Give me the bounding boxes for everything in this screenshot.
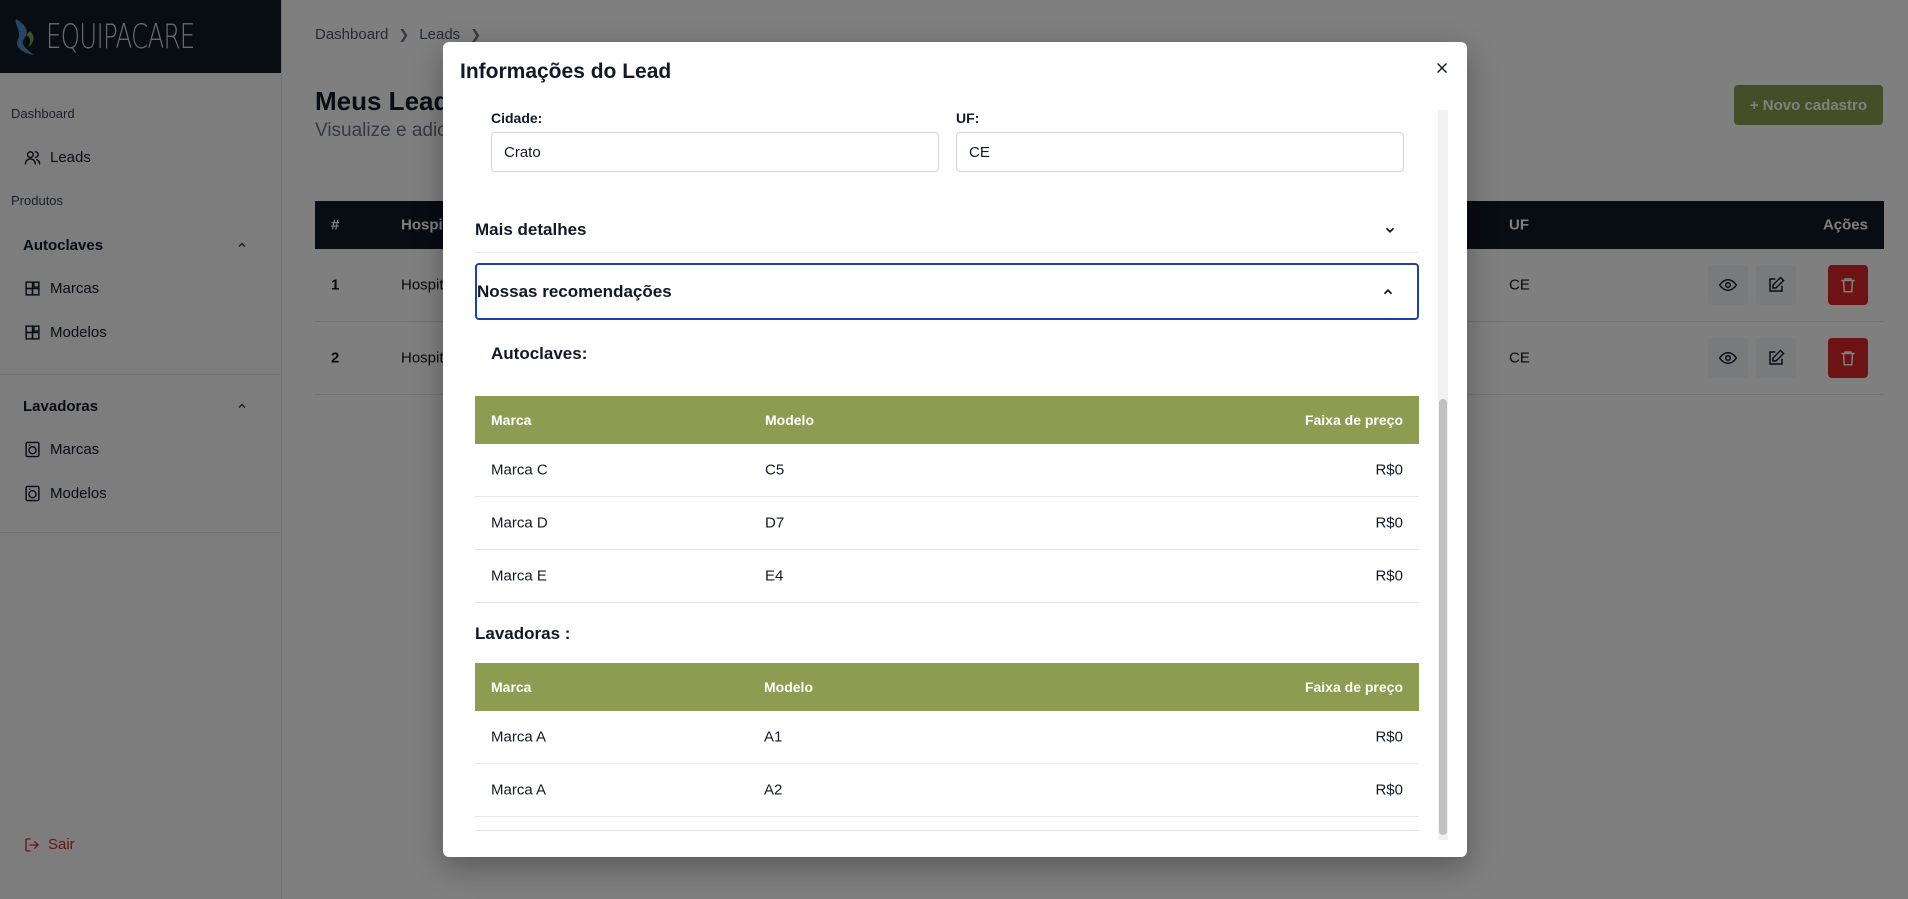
cell-marca: Marca D: [491, 514, 548, 532]
cell-marca: Marca C: [491, 461, 548, 479]
cell-preco: R$0: [1375, 728, 1403, 746]
modal-title: Informações do Lead: [460, 60, 672, 83]
chevron-up-icon: [1383, 288, 1393, 294]
lead-info-modal: Informações do Lead Cidade: UF: Mais det…: [443, 42, 1467, 857]
uf-label: UF:: [956, 110, 980, 126]
cell-marca: Marca E: [491, 567, 547, 585]
accordion-label: Nossas recomendações: [477, 281, 672, 301]
column-header-modelo: Modelo: [765, 412, 814, 428]
cell-modelo: A2: [764, 781, 783, 799]
cell-marca: Marca A: [491, 781, 547, 799]
column-header-marca: Marca: [491, 412, 532, 428]
table-row: [475, 817, 1419, 831]
close-button[interactable]: [1432, 58, 1452, 78]
cell-marca: Marca A: [491, 728, 547, 746]
table-row: Marca C C5 R$0: [475, 444, 1419, 497]
column-header-modelo: Modelo: [764, 679, 813, 695]
cell-preco: R$0: [1375, 514, 1403, 532]
cidade-label: Cidade:: [491, 110, 543, 126]
table-row: Marca E E4 R$0: [475, 550, 1419, 603]
lavadoras-title: Lavadoras :: [475, 624, 571, 643]
lavadoras-table: Marca Modelo Faixa de preço Marca A A1 R…: [475, 663, 1419, 831]
autoclaves-title: Autoclaves:: [491, 344, 588, 363]
table-row: Marca D D7 R$0: [475, 497, 1419, 550]
cell-preco: R$0: [1375, 567, 1403, 585]
table-header: Marca Modelo Faixa de preço: [475, 663, 1419, 711]
cell-preco: R$0: [1375, 781, 1403, 799]
column-header-preco: Faixa de preço: [1304, 679, 1403, 695]
table-row: Marca A A2 R$0: [475, 764, 1419, 817]
table-row: Marca A A1 R$0: [475, 711, 1419, 764]
cell-modelo: E4: [765, 567, 784, 585]
close-icon: [1437, 63, 1447, 73]
cell-preco: R$0: [1375, 461, 1403, 479]
column-header-preco: Faixa de preço: [1304, 412, 1403, 428]
accordion-label: Mais detalhes: [475, 220, 587, 239]
modal-body[interactable]: Cidade: UF: Mais detalhes Nossas recomen…: [443, 110, 1467, 840]
chevron-down-icon: [1385, 227, 1395, 233]
cell-modelo: A1: [764, 728, 783, 746]
accordion-nossas-recomendacoes[interactable]: Nossas recomendações: [475, 263, 1419, 320]
scrollbar-thumb[interactable]: [1439, 399, 1447, 835]
uf-input[interactable]: [956, 132, 1404, 172]
column-header-marca: Marca: [491, 679, 532, 695]
cell-modelo: C5: [765, 461, 785, 479]
accordion-mais-detalhes[interactable]: Mais detalhes: [475, 208, 1419, 253]
cell-modelo: D7: [765, 514, 785, 532]
modal-scrollbar[interactable]: [1438, 110, 1448, 840]
autoclaves-table: Marca Modelo Faixa de preço Marca C C5 R…: [475, 396, 1419, 603]
cidade-input[interactable]: [491, 132, 939, 172]
table-header: Marca Modelo Faixa de preço: [475, 396, 1419, 444]
